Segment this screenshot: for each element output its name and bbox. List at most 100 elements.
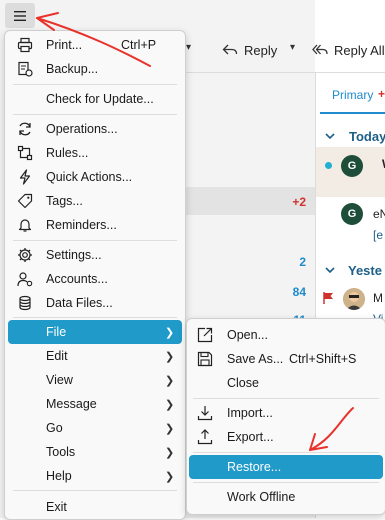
menu-item-check-for-update[interactable]: Check for Update...: [5, 88, 185, 110]
menu-item-tools[interactable]: Tools ❯: [5, 441, 185, 463]
submenu-item-label: Restore...: [227, 460, 282, 474]
submenu-item-save-as[interactable]: Save As... Ctrl+Shift+S: [187, 348, 385, 370]
menu-item-edit[interactable]: Edit ❯: [5, 345, 185, 367]
hamburger-menu-button[interactable]: [5, 3, 35, 28]
person-photo-icon: [343, 288, 365, 310]
menu-item-label: View: [46, 373, 73, 387]
message-snippet: eN: [373, 207, 385, 221]
lightning-icon: [17, 169, 33, 185]
accounts-icon: [17, 271, 33, 287]
group-header-yesterday[interactable]: Yeste: [348, 263, 382, 278]
reply-all-button[interactable]: Reply All: [312, 40, 385, 60]
submenu-item-label: Import...: [227, 406, 273, 420]
tab-primary[interactable]: Primary: [332, 88, 373, 102]
menu-item-label: Go: [46, 421, 63, 435]
collapse-chevron-icon[interactable]: [325, 132, 335, 140]
save-icon: [197, 351, 213, 367]
message-snippet: [e: [373, 228, 384, 242]
database-icon: [17, 295, 33, 311]
menu-item-label: File: [46, 325, 67, 339]
menu-separator: [193, 452, 379, 453]
menu-item-data-files[interactable]: Data Files...: [5, 292, 185, 314]
menu-separator: [13, 114, 177, 115]
menu-item-exit[interactable]: Exit: [5, 496, 185, 518]
menu-item-label: Print...: [46, 38, 83, 52]
menu-item-rules[interactable]: Rules...: [5, 142, 185, 164]
menu-item-label: Exit: [46, 500, 67, 514]
tab-active-underline: [320, 112, 385, 114]
gear-icon: [17, 247, 33, 263]
export-icon: [197, 429, 213, 445]
rules-icon: [17, 145, 33, 161]
menu-item-settings[interactable]: Settings...: [5, 244, 185, 266]
menu-item-label: Operations...: [46, 122, 118, 136]
tag-icon: [17, 193, 33, 209]
menu-separator: [13, 84, 177, 85]
submenu-item-label: Open...: [227, 328, 268, 342]
menu-separator: [13, 490, 177, 491]
submenu-item-close[interactable]: Close: [187, 372, 385, 394]
flag-icon[interactable]: [321, 291, 335, 305]
menu-item-label: Reminders...: [46, 218, 117, 232]
reply-button[interactable]: Reply: [222, 40, 277, 60]
hamburger-icon: [14, 10, 26, 21]
collapse-chevron-icon[interactable]: [325, 266, 335, 274]
shortcut-label: Ctrl+P: [121, 38, 157, 52]
message-snippet: M: [373, 291, 383, 305]
menu-separator: [193, 482, 379, 483]
submenu-item-open[interactable]: Open...: [187, 324, 385, 346]
menu-item-view[interactable]: View ❯: [5, 369, 185, 391]
reply-label: Reply: [244, 42, 278, 58]
menu-item-help[interactable]: Help ❯: [5, 465, 185, 487]
submenu-item-work-offline[interactable]: Work Offline: [187, 486, 385, 508]
menu-item-label: Tags...: [46, 194, 83, 208]
tab-indicator: +: [378, 87, 385, 101]
reply-all-label: Reply All: [334, 42, 385, 58]
avatar: G: [341, 155, 363, 177]
menu-item-go[interactable]: Go ❯: [5, 417, 185, 439]
reply-all-icon: [312, 44, 328, 55]
toolbar-chevron-icon[interactable]: ▾: [186, 42, 191, 53]
chevron-right-icon: ❯: [165, 374, 175, 387]
menu-separator: [13, 317, 177, 318]
open-icon: [197, 327, 213, 343]
menu-item-print[interactable]: Print... Ctrl+P: [5, 34, 185, 56]
chevron-right-icon: ❯: [165, 398, 175, 411]
menu-item-message[interactable]: Message ❯: [5, 393, 185, 415]
menu-item-operations[interactable]: Operations...: [5, 118, 185, 140]
submenu-item-label: Work Offline: [227, 490, 296, 504]
backup-icon: [17, 61, 33, 77]
menu-item-label: Edit: [46, 349, 68, 363]
menu-item-tags[interactable]: Tags...: [5, 190, 185, 212]
folder-count: 84: [292, 285, 306, 299]
menu-item-accounts[interactable]: Accounts...: [5, 268, 185, 290]
reply-chevron-icon[interactable]: ▾: [290, 42, 295, 53]
file-submenu: Open... Save As... Ctrl+Shift+S Close Im…: [186, 318, 385, 515]
group-header-today[interactable]: Today: [349, 129, 385, 144]
submenu-item-label: Save As...: [227, 352, 284, 366]
chevron-right-icon: ❯: [165, 422, 175, 435]
chevron-right-icon: ❯: [165, 350, 175, 363]
folder-count: 2: [299, 255, 306, 269]
avatar: G: [341, 203, 363, 225]
menu-item-label: Quick Actions...: [46, 170, 133, 184]
menu-item-label: Help: [46, 469, 72, 483]
menu-item-quick-actions[interactable]: Quick Actions...: [5, 166, 185, 188]
submenu-item-import[interactable]: Import...: [187, 402, 385, 424]
folder-count: +2: [292, 195, 306, 209]
menu-item-label: Accounts...: [46, 272, 108, 286]
menu-item-label: Data Files...: [46, 296, 113, 310]
menu-item-label: Tools: [46, 445, 76, 459]
submenu-item-restore[interactable]: Restore...: [189, 455, 383, 479]
menu-item-label: Settings...: [46, 248, 102, 262]
import-icon: [197, 405, 213, 421]
chevron-right-icon: ❯: [165, 326, 175, 339]
menu-item-backup[interactable]: Backup...: [5, 58, 185, 80]
chevron-right-icon: ❯: [165, 446, 175, 459]
avatar: [343, 288, 365, 310]
menu-item-file[interactable]: File ❯: [8, 320, 182, 344]
bell-icon: [17, 217, 33, 233]
submenu-item-export[interactable]: Export...: [187, 426, 385, 448]
menu-item-reminders[interactable]: Reminders...: [5, 214, 185, 236]
chevron-right-icon: ❯: [165, 470, 175, 483]
